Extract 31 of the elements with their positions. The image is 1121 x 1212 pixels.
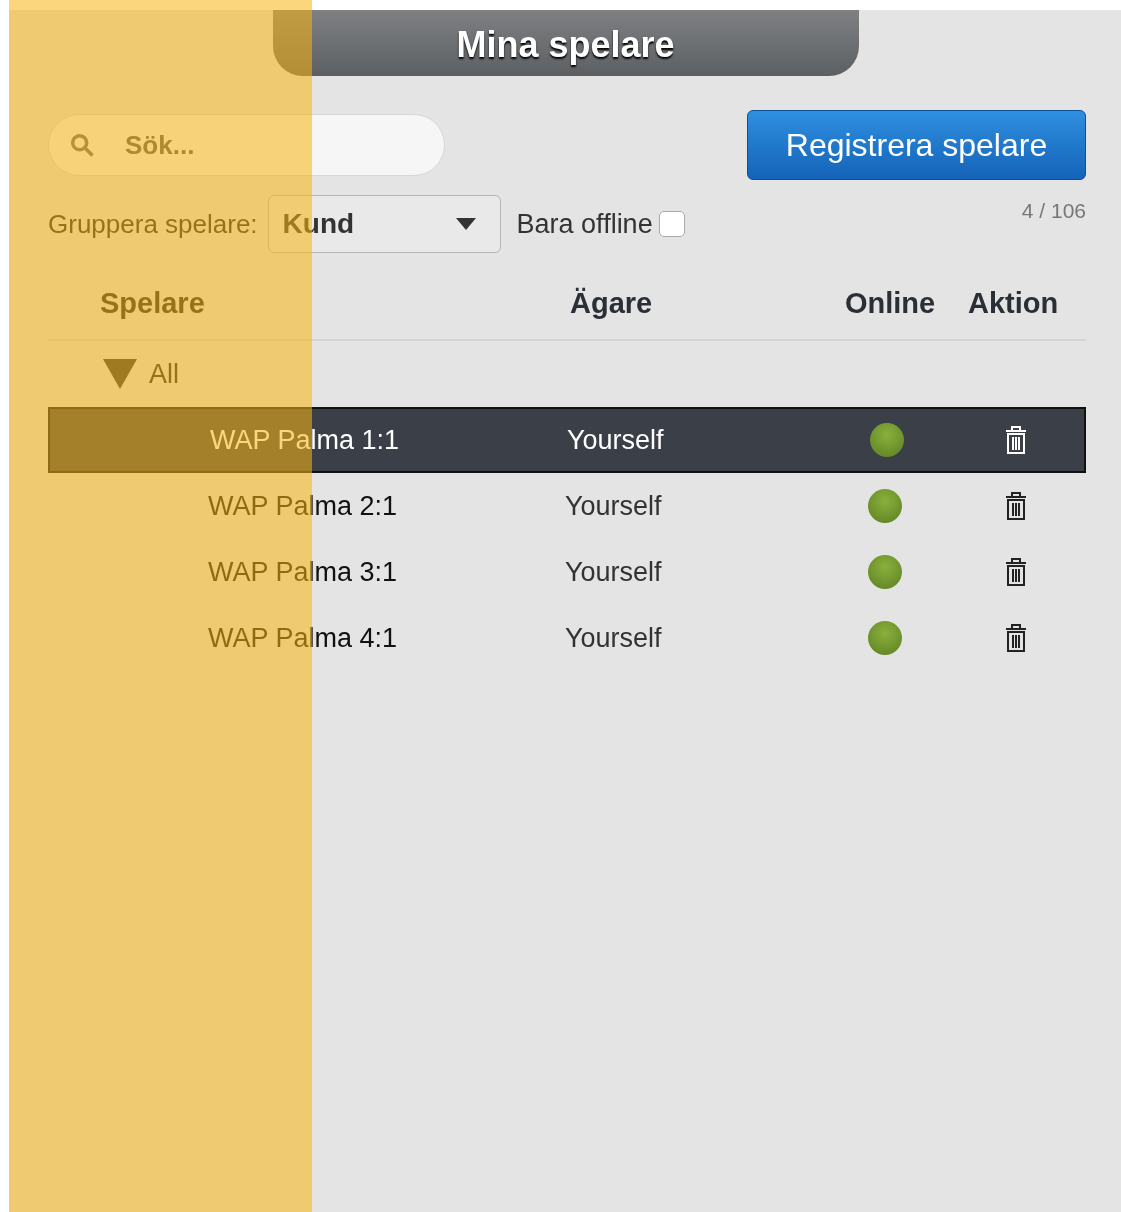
player-name: WAP Palma 3:1 [208, 555, 399, 589]
column-header: Spelare [99, 286, 206, 322]
register-button[interactable]: Registrera spelare [747, 110, 1086, 180]
owner-name: Yourself [565, 489, 663, 523]
player-name: WAP Palma 1:1 [210, 423, 401, 457]
player-name: WAP Palma 2:1 [208, 489, 399, 523]
owner-name: Yourself [565, 555, 663, 589]
player-row[interactable]: WAP Palma 2:1 Yourself [48, 473, 1086, 539]
player-name: WAP Palma 4:1 [208, 621, 399, 655]
player-row[interactable]: WAP Palma 1:1 Yourself [48, 407, 1086, 473]
player-row[interactable]: WAP Palma 4:1 Yourself [48, 605, 1086, 671]
window-title: Mina spelare [272, 10, 859, 76]
caret-icon [455, 218, 476, 230]
group-by-label: Gruppera spelare: [48, 207, 258, 241]
player-row[interactable]: WAP Palma 3:1 Yourself [48, 539, 1086, 605]
trash-icon[interactable] [1003, 557, 1028, 587]
offline-checkbox[interactable] [658, 211, 685, 237]
expand-arrow-icon[interactable] [103, 359, 137, 389]
trash-icon[interactable] [1003, 623, 1028, 653]
owner-name: Yourself [565, 621, 663, 655]
offline-label: Bara offline [516, 207, 653, 241]
player-count: 4 / 106 [1021, 198, 1086, 224]
group-label: All [149, 357, 179, 391]
search-icon [68, 131, 96, 159]
column-header: Aktion [967, 286, 1059, 322]
column-header: Ägare [570, 286, 653, 322]
search-field[interactable]: Sök... [48, 114, 445, 176]
owner-name: Yourself [567, 423, 665, 457]
trash-icon[interactable] [1003, 425, 1028, 455]
column-header: Online [844, 286, 936, 322]
trash-icon[interactable] [1003, 491, 1028, 521]
